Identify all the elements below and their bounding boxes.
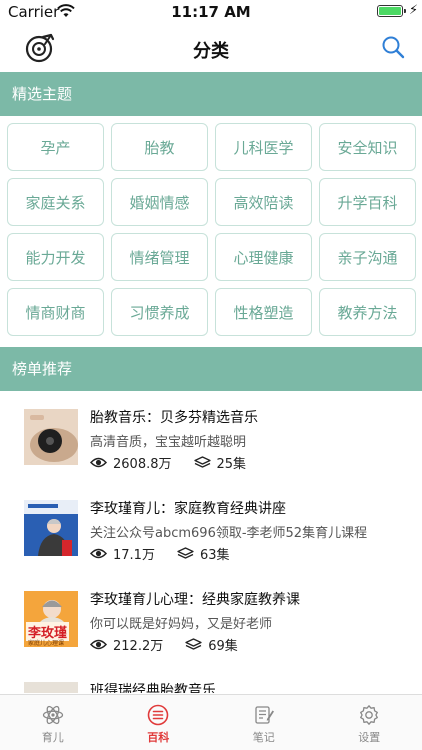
eye-icon (90, 548, 107, 559)
album-thumbnail (24, 500, 78, 556)
category-button[interactable]: 胎教 (111, 123, 208, 171)
notes-icon (255, 706, 274, 724)
category-button[interactable]: 心理健康 (215, 233, 312, 281)
episode-count: 63集 (199, 548, 230, 563)
category-button[interactable]: 亲子沟通 (319, 233, 416, 281)
item-description: 你可以既是好妈妈，又是好老师 (90, 617, 273, 632)
tab-label: 笔记 (252, 731, 275, 744)
eye-icon (90, 457, 107, 468)
tab-parenting[interactable]: 育儿 (0, 695, 106, 750)
category-button[interactable]: 情商财商 (7, 288, 104, 336)
tab-notes[interactable]: 笔记 (211, 695, 317, 750)
item-title: 李玫瑾育儿：家庭教育经典讲座 (90, 501, 286, 517)
featured-section-header: 精选主题 (0, 72, 422, 116)
category-button[interactable]: 性格塑造 (215, 288, 312, 336)
layers-icon (177, 547, 194, 559)
episode-count: 25集 (216, 457, 247, 472)
tab-label: 设置 (358, 731, 381, 744)
thumbnail-caption: 家庭儿心理课 (28, 640, 65, 647)
item-description: 关注公众号abcm696领取-李老师52集育儿课程 (90, 526, 368, 541)
battery-tip (404, 9, 406, 13)
category-button[interactable]: 教养方法 (319, 288, 416, 336)
category-button[interactable]: 婚姻情感 (111, 178, 208, 226)
album-thumbnail: 李玫瑾 家庭儿心理课 (24, 591, 78, 647)
page-title: 分类 (193, 41, 229, 62)
item-meta: 2608.8万 25集 (90, 453, 268, 472)
search-icon[interactable] (381, 35, 405, 59)
tab-bar: 育儿 百科 笔记 设置 (0, 694, 422, 750)
list-item[interactable]: 李玫瑾育儿：家庭教育经典讲座 关注公众号abcm696领取-李老师52集育儿课程… (0, 482, 422, 573)
album-thumbnail (24, 682, 78, 693)
layers-icon (185, 638, 202, 650)
nav-bar: 分类 (0, 22, 422, 72)
category-button[interactable]: 高效陪读 (215, 178, 312, 226)
play-count: 17.1万 (113, 548, 155, 563)
list-icon (147, 704, 169, 726)
item-title: 班得瑞经典胎教音乐 (90, 683, 216, 693)
category-button[interactable]: 孕产 (7, 123, 104, 171)
category-button[interactable]: 儿科医学 (215, 123, 312, 171)
eye-icon (90, 639, 107, 650)
category-button[interactable]: 情绪管理 (111, 233, 208, 281)
item-title: 胎教音乐：贝多芬精选音乐 (90, 410, 258, 426)
list-item[interactable]: 胎教音乐：贝多芬精选音乐 高清音质，宝宝越听越聪明 2608.8万 25集 (0, 391, 422, 482)
item-title: 李玫瑾育儿心理：经典家庭教养课 (90, 592, 300, 608)
category-button[interactable]: 能力开发 (7, 233, 104, 281)
category-button[interactable]: 习惯养成 (111, 288, 208, 336)
layers-icon (193, 456, 211, 468)
list-item[interactable]: 班得瑞经典胎教音乐 (0, 664, 422, 693)
battery-icon (377, 5, 403, 17)
tab-encyclopedia[interactable]: 百科 (106, 695, 212, 750)
atom-icon (42, 705, 63, 725)
list-item[interactable]: 李玫瑾 家庭儿心理课 李玫瑾育儿心理：经典家庭教养课 你可以既是好妈妈，又是好老… (0, 573, 422, 664)
charging-icon: ⚡ (409, 3, 419, 18)
gear-icon (360, 705, 379, 725)
ranking-list: 胎教音乐：贝多芬精选音乐 高清音质，宝宝越听越聪明 2608.8万 25集 李玫… (0, 391, 422, 693)
item-meta: 212.2万 69集 (90, 635, 260, 654)
episode-count: 69集 (208, 639, 238, 654)
status-bar: Carrier 11:17 AM ⚡ (0, 0, 422, 22)
category-button[interactable]: 升学百科 (319, 178, 416, 226)
ranking-section-header: 榜单推荐 (0, 347, 422, 391)
play-count: 2608.8万 (113, 457, 172, 472)
album-thumbnail (24, 409, 78, 465)
tab-settings[interactable]: 设置 (317, 695, 422, 750)
category-grid: 孕产 胎教 儿科医学 安全知识 家庭关系 婚姻情感 高效陪读 升学百科 能力开发… (7, 123, 417, 336)
item-meta: 17.1万 63集 (90, 544, 252, 563)
tab-label: 百科 (147, 731, 170, 744)
category-button[interactable]: 安全知识 (319, 123, 416, 171)
status-time: 11:17 AM (171, 3, 251, 21)
category-button[interactable]: 家庭关系 (7, 178, 104, 226)
tab-label: 育儿 (41, 731, 64, 744)
item-description: 高清音质，宝宝越听越聪明 (90, 435, 247, 450)
play-count: 212.2万 (113, 639, 164, 654)
